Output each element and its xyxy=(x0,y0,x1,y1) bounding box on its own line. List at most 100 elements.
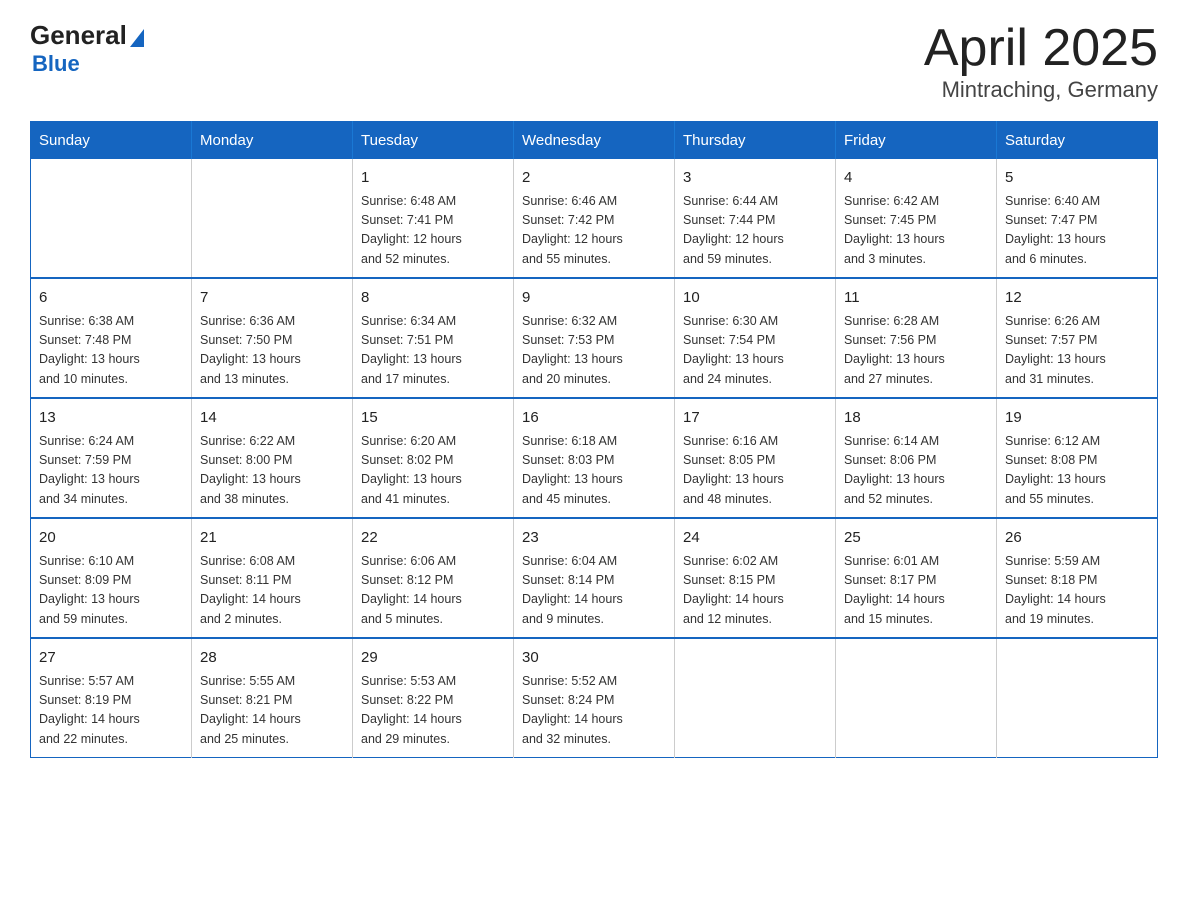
calendar-cell: 11Sunrise: 6:28 AM Sunset: 7:56 PM Dayli… xyxy=(836,278,997,398)
day-info: Sunrise: 6:01 AM Sunset: 8:17 PM Dayligh… xyxy=(844,552,988,630)
day-number: 5 xyxy=(1005,167,1149,190)
calendar-cell: 2Sunrise: 6:46 AM Sunset: 7:42 PM Daylig… xyxy=(514,159,675,278)
calendar-cell: 5Sunrise: 6:40 AM Sunset: 7:47 PM Daylig… xyxy=(997,159,1158,278)
day-info: Sunrise: 6:04 AM Sunset: 8:14 PM Dayligh… xyxy=(522,552,666,630)
day-info: Sunrise: 6:12 AM Sunset: 8:08 PM Dayligh… xyxy=(1005,432,1149,510)
day-info: Sunrise: 6:42 AM Sunset: 7:45 PM Dayligh… xyxy=(844,192,988,270)
calendar-week-row: 1Sunrise: 6:48 AM Sunset: 7:41 PM Daylig… xyxy=(31,159,1158,278)
day-number: 22 xyxy=(361,527,505,550)
day-number: 6 xyxy=(39,287,183,310)
day-number: 19 xyxy=(1005,407,1149,430)
day-info: Sunrise: 6:24 AM Sunset: 7:59 PM Dayligh… xyxy=(39,432,183,510)
day-number: 23 xyxy=(522,527,666,550)
day-number: 24 xyxy=(683,527,827,550)
day-info: Sunrise: 6:10 AM Sunset: 8:09 PM Dayligh… xyxy=(39,552,183,630)
day-number: 8 xyxy=(361,287,505,310)
day-info: Sunrise: 6:16 AM Sunset: 8:05 PM Dayligh… xyxy=(683,432,827,510)
calendar-cell: 27Sunrise: 5:57 AM Sunset: 8:19 PM Dayli… xyxy=(31,638,192,758)
day-number: 2 xyxy=(522,167,666,190)
day-info: Sunrise: 6:28 AM Sunset: 7:56 PM Dayligh… xyxy=(844,312,988,390)
calendar-cell: 21Sunrise: 6:08 AM Sunset: 8:11 PM Dayli… xyxy=(192,518,353,638)
calendar-cell: 15Sunrise: 6:20 AM Sunset: 8:02 PM Dayli… xyxy=(353,398,514,518)
day-info: Sunrise: 6:46 AM Sunset: 7:42 PM Dayligh… xyxy=(522,192,666,270)
day-info: Sunrise: 6:34 AM Sunset: 7:51 PM Dayligh… xyxy=(361,312,505,390)
calendar-cell: 30Sunrise: 5:52 AM Sunset: 8:24 PM Dayli… xyxy=(514,638,675,758)
day-number: 30 xyxy=(522,647,666,670)
day-info: Sunrise: 5:57 AM Sunset: 8:19 PM Dayligh… xyxy=(39,672,183,750)
day-number: 12 xyxy=(1005,287,1149,310)
day-info: Sunrise: 6:06 AM Sunset: 8:12 PM Dayligh… xyxy=(361,552,505,630)
calendar-cell: 29Sunrise: 5:53 AM Sunset: 8:22 PM Dayli… xyxy=(353,638,514,758)
day-number: 9 xyxy=(522,287,666,310)
day-number: 21 xyxy=(200,527,344,550)
day-number: 27 xyxy=(39,647,183,670)
calendar-cell: 28Sunrise: 5:55 AM Sunset: 8:21 PM Dayli… xyxy=(192,638,353,758)
day-info: Sunrise: 6:26 AM Sunset: 7:57 PM Dayligh… xyxy=(1005,312,1149,390)
calendar-header-row: SundayMondayTuesdayWednesdayThursdayFrid… xyxy=(31,122,1158,160)
calendar-week-row: 20Sunrise: 6:10 AM Sunset: 8:09 PM Dayli… xyxy=(31,518,1158,638)
day-info: Sunrise: 6:30 AM Sunset: 7:54 PM Dayligh… xyxy=(683,312,827,390)
day-info: Sunrise: 6:36 AM Sunset: 7:50 PM Dayligh… xyxy=(200,312,344,390)
day-number: 15 xyxy=(361,407,505,430)
day-info: Sunrise: 6:44 AM Sunset: 7:44 PM Dayligh… xyxy=(683,192,827,270)
calendar-title: April 2025 xyxy=(924,20,1158,77)
day-number: 11 xyxy=(844,287,988,310)
day-number: 13 xyxy=(39,407,183,430)
day-info: Sunrise: 6:02 AM Sunset: 8:15 PM Dayligh… xyxy=(683,552,827,630)
day-number: 16 xyxy=(522,407,666,430)
calendar-cell: 4Sunrise: 6:42 AM Sunset: 7:45 PM Daylig… xyxy=(836,159,997,278)
calendar-cell: 19Sunrise: 6:12 AM Sunset: 8:08 PM Dayli… xyxy=(997,398,1158,518)
calendar-cell: 14Sunrise: 6:22 AM Sunset: 8:00 PM Dayli… xyxy=(192,398,353,518)
day-info: Sunrise: 6:08 AM Sunset: 8:11 PM Dayligh… xyxy=(200,552,344,630)
calendar-cell: 3Sunrise: 6:44 AM Sunset: 7:44 PM Daylig… xyxy=(675,159,836,278)
calendar-cell: 23Sunrise: 6:04 AM Sunset: 8:14 PM Dayli… xyxy=(514,518,675,638)
weekday-header-tuesday: Tuesday xyxy=(353,122,514,160)
day-number: 10 xyxy=(683,287,827,310)
weekday-header-wednesday: Wednesday xyxy=(514,122,675,160)
weekday-header-saturday: Saturday xyxy=(997,122,1158,160)
calendar-week-row: 27Sunrise: 5:57 AM Sunset: 8:19 PM Dayli… xyxy=(31,638,1158,758)
calendar-cell: 6Sunrise: 6:38 AM Sunset: 7:48 PM Daylig… xyxy=(31,278,192,398)
day-info: Sunrise: 6:18 AM Sunset: 8:03 PM Dayligh… xyxy=(522,432,666,510)
logo-triangle-icon xyxy=(130,29,144,47)
page-header: General Blue April 2025 Mintraching, Ger… xyxy=(30,20,1158,103)
day-number: 17 xyxy=(683,407,827,430)
day-info: Sunrise: 6:22 AM Sunset: 8:00 PM Dayligh… xyxy=(200,432,344,510)
day-info: Sunrise: 6:48 AM Sunset: 7:41 PM Dayligh… xyxy=(361,192,505,270)
calendar-cell: 8Sunrise: 6:34 AM Sunset: 7:51 PM Daylig… xyxy=(353,278,514,398)
logo: General Blue xyxy=(30,20,144,77)
calendar-cell: 10Sunrise: 6:30 AM Sunset: 7:54 PM Dayli… xyxy=(675,278,836,398)
day-number: 28 xyxy=(200,647,344,670)
calendar-cell: 17Sunrise: 6:16 AM Sunset: 8:05 PM Dayli… xyxy=(675,398,836,518)
day-info: Sunrise: 6:14 AM Sunset: 8:06 PM Dayligh… xyxy=(844,432,988,510)
day-number: 18 xyxy=(844,407,988,430)
calendar-cell: 24Sunrise: 6:02 AM Sunset: 8:15 PM Dayli… xyxy=(675,518,836,638)
calendar-cell: 22Sunrise: 6:06 AM Sunset: 8:12 PM Dayli… xyxy=(353,518,514,638)
day-number: 20 xyxy=(39,527,183,550)
logo-text-general: General xyxy=(30,20,127,51)
calendar-cell xyxy=(675,638,836,758)
weekday-header-sunday: Sunday xyxy=(31,122,192,160)
calendar-week-row: 13Sunrise: 6:24 AM Sunset: 7:59 PM Dayli… xyxy=(31,398,1158,518)
day-info: Sunrise: 6:40 AM Sunset: 7:47 PM Dayligh… xyxy=(1005,192,1149,270)
calendar-cell xyxy=(192,159,353,278)
calendar-table: SundayMondayTuesdayWednesdayThursdayFrid… xyxy=(30,121,1158,758)
day-info: Sunrise: 5:53 AM Sunset: 8:22 PM Dayligh… xyxy=(361,672,505,750)
calendar-cell: 25Sunrise: 6:01 AM Sunset: 8:17 PM Dayli… xyxy=(836,518,997,638)
calendar-cell: 18Sunrise: 6:14 AM Sunset: 8:06 PM Dayli… xyxy=(836,398,997,518)
day-info: Sunrise: 6:32 AM Sunset: 7:53 PM Dayligh… xyxy=(522,312,666,390)
calendar-cell: 9Sunrise: 6:32 AM Sunset: 7:53 PM Daylig… xyxy=(514,278,675,398)
weekday-header-monday: Monday xyxy=(192,122,353,160)
calendar-week-row: 6Sunrise: 6:38 AM Sunset: 7:48 PM Daylig… xyxy=(31,278,1158,398)
calendar-cell xyxy=(997,638,1158,758)
day-info: Sunrise: 6:20 AM Sunset: 8:02 PM Dayligh… xyxy=(361,432,505,510)
day-number: 29 xyxy=(361,647,505,670)
calendar-cell: 26Sunrise: 5:59 AM Sunset: 8:18 PM Dayli… xyxy=(997,518,1158,638)
calendar-cell: 1Sunrise: 6:48 AM Sunset: 7:41 PM Daylig… xyxy=(353,159,514,278)
day-info: Sunrise: 5:55 AM Sunset: 8:21 PM Dayligh… xyxy=(200,672,344,750)
day-number: 14 xyxy=(200,407,344,430)
calendar-location: Mintraching, Germany xyxy=(924,77,1158,103)
day-info: Sunrise: 5:59 AM Sunset: 8:18 PM Dayligh… xyxy=(1005,552,1149,630)
calendar-cell: 7Sunrise: 6:36 AM Sunset: 7:50 PM Daylig… xyxy=(192,278,353,398)
calendar-cell: 13Sunrise: 6:24 AM Sunset: 7:59 PM Dayli… xyxy=(31,398,192,518)
